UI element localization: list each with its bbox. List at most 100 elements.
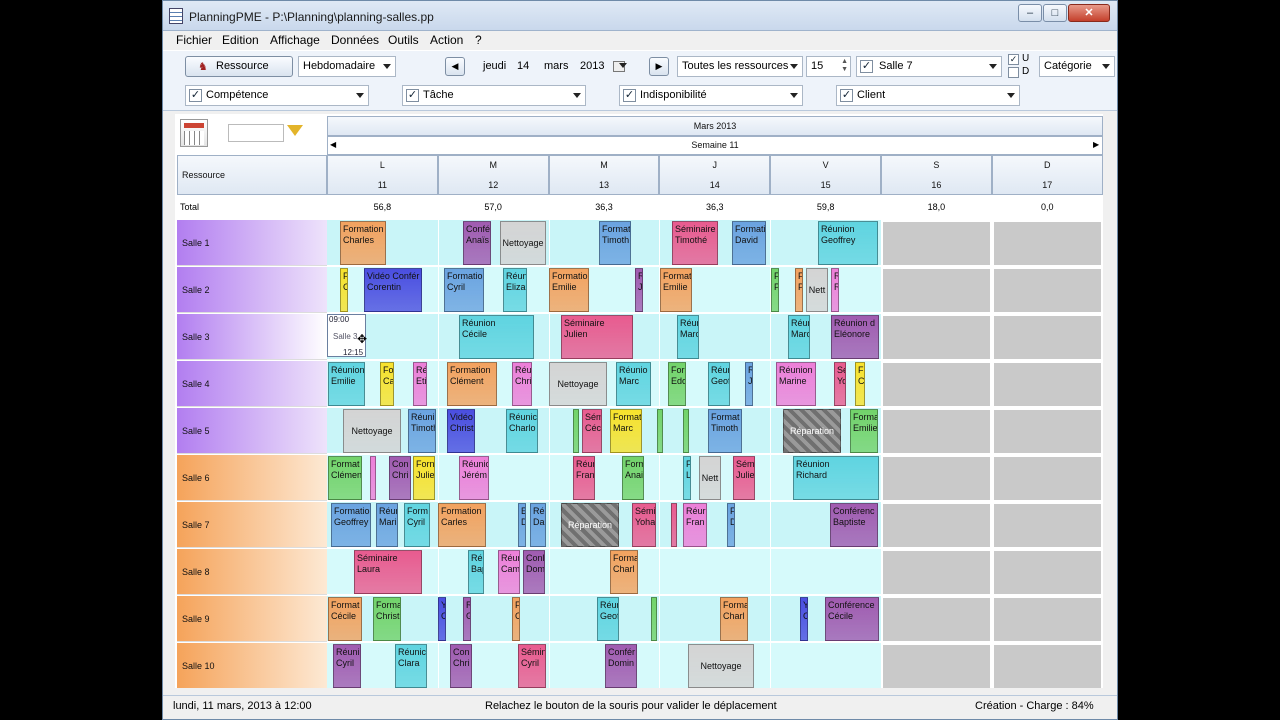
event-block[interactable]: Nettoyage xyxy=(343,409,401,453)
event-block[interactable]: Réuni Elizab xyxy=(503,268,527,312)
event-block[interactable]: Format Timoth xyxy=(599,221,631,265)
event-block[interactable]: Sémi Yoha xyxy=(632,503,656,547)
event-block[interactable]: Formation Clément xyxy=(447,362,497,406)
weekend-cell[interactable] xyxy=(883,457,990,500)
menu-outils[interactable]: Outils xyxy=(388,33,419,47)
event-block[interactable] xyxy=(651,597,657,641)
event-block[interactable] xyxy=(573,409,579,453)
weekend-cell[interactable] xyxy=(993,551,1101,594)
weekend-cell[interactable] xyxy=(883,551,990,594)
event-block[interactable]: Format Clémen xyxy=(328,456,362,500)
weekend-cell[interactable] xyxy=(883,410,990,453)
event-block[interactable]: Form Anai xyxy=(622,456,644,500)
spin-icon[interactable]: ▲ ▼ xyxy=(841,58,848,74)
filter-tache[interactable]: ✓ Tâche xyxy=(402,85,586,106)
event-block[interactable]: Format Marc xyxy=(610,409,642,453)
event-block[interactable]: Confé Anaïs xyxy=(463,221,491,265)
resource-button[interactable]: ♞ Ressource xyxy=(185,56,293,77)
filter-client[interactable]: ✓ Client xyxy=(836,85,1020,106)
event-block[interactable]: Réuni Marc xyxy=(788,315,810,359)
day-header[interactable]: L 11 xyxy=(327,155,438,195)
weekend-cell[interactable] xyxy=(883,598,990,641)
day-header[interactable]: M 12 xyxy=(437,155,549,195)
event-block[interactable]: Sémi Cécil xyxy=(582,409,602,453)
event-block[interactable]: Réuni Geof xyxy=(708,362,730,406)
event-block[interactable]: Vidéo Christ xyxy=(447,409,475,453)
event-block[interactable]: Formation Carles xyxy=(438,503,486,547)
prev-day-button[interactable]: ◀ xyxy=(445,57,465,76)
weekend-cell[interactable] xyxy=(993,316,1101,359)
event-block[interactable]: Réur Mari xyxy=(376,503,398,547)
filter-indisponibilite-checkbox[interactable]: ✓ xyxy=(623,89,636,102)
event-block[interactable]: Formation Geoffrey xyxy=(331,503,371,547)
event-block[interactable]: Y C xyxy=(800,597,808,641)
event-block[interactable]: Réur Geof xyxy=(597,597,619,641)
event-block[interactable]: Vidéo Confér Corentin xyxy=(364,268,422,312)
menu-donnees[interactable]: Données xyxy=(331,33,379,47)
room-filter-checkbox[interactable]: ✓ xyxy=(860,60,873,73)
menu-help[interactable]: ? xyxy=(475,33,482,47)
event-block[interactable]: Réparation xyxy=(561,503,619,547)
event-block[interactable]: Réunion d Eléonore xyxy=(831,315,879,359)
event-block[interactable]: E D xyxy=(518,503,526,547)
event-block[interactable]: Fo Ca xyxy=(380,362,394,406)
event-block[interactable]: F C xyxy=(340,268,348,312)
weekend-cell[interactable] xyxy=(993,598,1101,641)
minimize-button[interactable]: – xyxy=(1018,4,1042,22)
event-block[interactable]: Con Chri xyxy=(389,456,411,500)
event-block[interactable]: Séminaire Laura xyxy=(354,550,422,594)
event-block[interactable] xyxy=(657,409,663,453)
resource-row-label[interactable]: Salle 7 xyxy=(177,502,327,548)
event-block[interactable]: Sémin Cyril xyxy=(518,644,546,688)
event-block[interactable]: Y C xyxy=(438,597,446,641)
event-block[interactable]: Sé Yo xyxy=(834,362,846,406)
event-block[interactable]: F P xyxy=(795,268,803,312)
weekend-cell[interactable] xyxy=(883,316,990,359)
weekend-cell[interactable] xyxy=(993,269,1101,312)
close-button[interactable]: ✕ xyxy=(1068,4,1110,22)
event-block[interactable]: Format Emilie xyxy=(660,268,692,312)
event-block[interactable]: Séminaire Julien xyxy=(561,315,633,359)
resource-row-label[interactable]: Salle 9 xyxy=(177,596,327,642)
filter-competence-checkbox[interactable]: ✓ xyxy=(189,89,202,102)
weekend-cell[interactable] xyxy=(993,410,1101,453)
drag-preview[interactable]: 09:00 Salle 3 12:15 ✥ xyxy=(327,314,367,357)
event-block[interactable]: Réuni Marc xyxy=(677,315,699,359)
resource-column-header[interactable]: Ressource xyxy=(177,155,327,195)
event-block[interactable]: Formation Charles xyxy=(340,221,386,265)
resource-row-label[interactable]: Salle 6 xyxy=(177,455,327,501)
event-block[interactable]: Format Cécile xyxy=(328,597,362,641)
calendar-view-icon[interactable] xyxy=(180,119,208,147)
weekend-cell[interactable] xyxy=(883,222,990,265)
event-block[interactable]: F C xyxy=(512,597,520,641)
u-checkbox[interactable]: ✓ xyxy=(1008,54,1019,65)
resource-row-label[interactable]: Salle 1 xyxy=(177,220,327,266)
filter-indisponibilite[interactable]: ✓ Indisponibilité xyxy=(619,85,803,106)
event-block[interactable]: Réunion Marine xyxy=(776,362,816,406)
date-picker[interactable]: jeudi 14 mars 2013 xyxy=(469,56,643,77)
event-block[interactable]: Nettoyage xyxy=(500,221,546,265)
event-block[interactable]: Format Timoth xyxy=(708,409,742,453)
event-block[interactable]: Formatio Cyril xyxy=(444,268,484,312)
event-block[interactable]: Réun Fran xyxy=(573,456,595,500)
resource-row-label[interactable]: Salle 5 xyxy=(177,408,327,454)
weekend-cell[interactable] xyxy=(883,269,990,312)
weekend-cell[interactable] xyxy=(993,645,1101,688)
event-block[interactable]: Réunic Jérém xyxy=(459,456,489,500)
event-block[interactable]: Réunion Geoffrey xyxy=(818,221,878,265)
maximize-button[interactable]: □ xyxy=(1043,4,1067,22)
event-block[interactable] xyxy=(683,409,689,453)
event-block[interactable]: Ré Eti xyxy=(413,362,427,406)
event-block[interactable]: Réuni Timoth xyxy=(408,409,436,453)
weekend-cell[interactable] xyxy=(993,363,1101,406)
event-block[interactable]: Conl Dom xyxy=(523,550,545,594)
event-block[interactable]: R G xyxy=(463,597,471,641)
weekend-cell[interactable] xyxy=(883,645,990,688)
event-block[interactable]: Réunic Clara xyxy=(395,644,427,688)
event-block[interactable]: Conférence Cécile xyxy=(825,597,879,641)
event-block[interactable]: Formati David xyxy=(732,221,766,265)
event-block[interactable]: Réuni Chri xyxy=(512,362,532,406)
event-block[interactable]: Forma Charl xyxy=(720,597,748,641)
event-block[interactable]: Form Cyril xyxy=(404,503,430,547)
resource-row-label[interactable]: Salle 4 xyxy=(177,361,327,407)
